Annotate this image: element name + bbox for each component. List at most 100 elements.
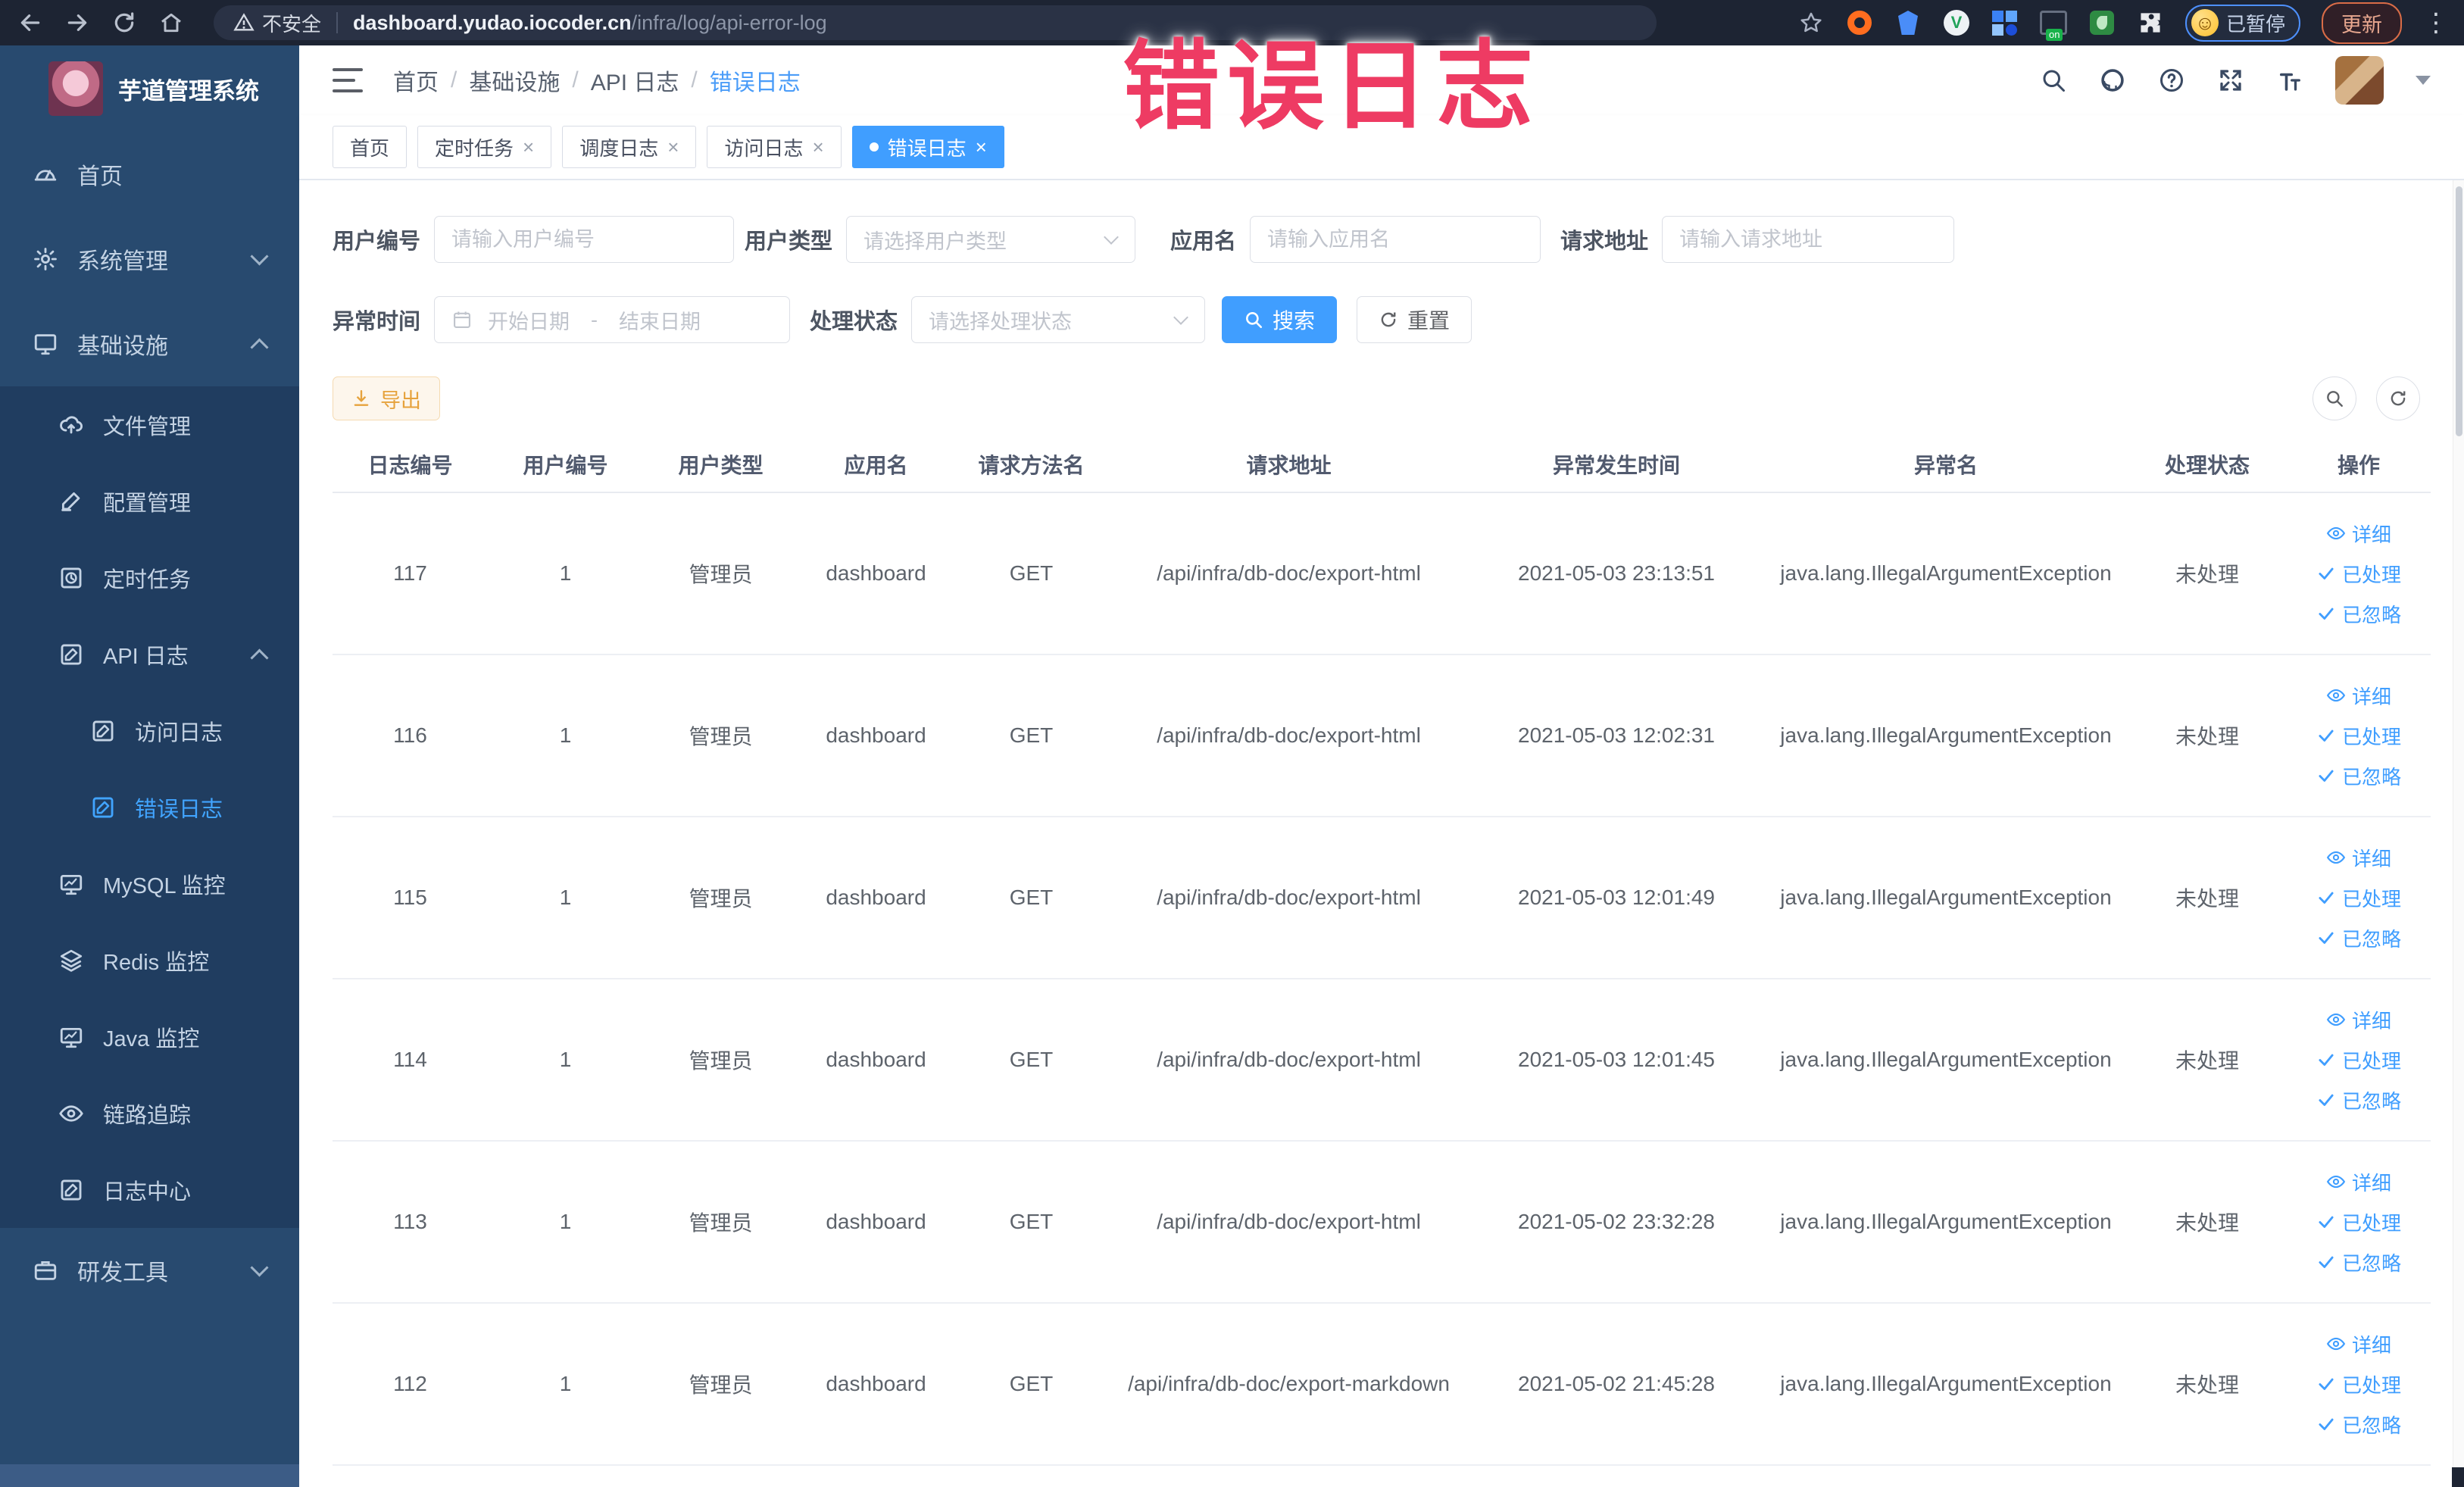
ignored-link[interactable]: 已忽略: [2316, 1086, 2401, 1114]
detail-link[interactable]: 详细: [2326, 1006, 2391, 1034]
extension-switch-icon[interactable]: on: [2039, 9, 2067, 41]
processed-link[interactable]: 已处理: [2316, 884, 2401, 912]
ignored-link[interactable]: 已忽略: [2316, 762, 2401, 790]
sidebar-item-scheduled-tasks[interactable]: 定时任务: [0, 539, 299, 616]
sidebar-item-config-mgmt[interactable]: 配置管理: [0, 463, 299, 539]
processed-link[interactable]: 已处理: [2316, 1370, 2401, 1398]
app-name-input[interactable]: [1250, 216, 1541, 263]
sidebar-item-file-mgmt[interactable]: 文件管理: [0, 386, 299, 463]
extensions-puzzle-icon[interactable]: [2137, 9, 2164, 36]
process-status-select[interactable]: 请选择处理状态: [911, 296, 1206, 343]
ignored-link[interactable]: 已忽略: [2316, 1248, 2401, 1276]
sidebar-item-log-center[interactable]: 日志中心: [0, 1151, 299, 1228]
column-header: 异常发生时间: [1552, 454, 1680, 477]
extension-vue-icon[interactable]: V: [1943, 9, 1970, 36]
table-row: 114 1 管理员 dashboard GET/api/infra/db-doc/exp…: [333, 979, 2431, 1142]
tab-访问日志[interactable]: 访问日志 ×: [707, 126, 842, 168]
sidebar-item-system-mgmt[interactable]: 系统管理: [0, 217, 299, 301]
sidebar-item-access-log[interactable]: 访问日志: [0, 692, 299, 769]
detail-link[interactable]: 详细: [2326, 520, 2391, 548]
close-icon[interactable]: ×: [976, 137, 987, 157]
help-icon[interactable]: [2158, 67, 2185, 94]
browser-update-button[interactable]: 更新: [2322, 2, 2402, 44]
sidebar-item-home[interactable]: 首页: [0, 132, 299, 217]
user-type-placeholder: 请选择用户类型: [863, 230, 1007, 253]
close-icon[interactable]: ×: [812, 137, 823, 157]
tab-定时任务[interactable]: 定时任务 ×: [417, 126, 552, 168]
breadcrumb-api-log[interactable]: API 日志: [591, 64, 679, 97]
cell-app-name: dashboard: [826, 886, 926, 909]
detail-link[interactable]: 详细: [2326, 1330, 2391, 1358]
browser-menu-icon[interactable]: ⋮: [2423, 10, 2449, 36]
github-icon[interactable]: [2099, 67, 2126, 94]
fullscreen-icon[interactable]: [2217, 67, 2244, 94]
sidebar-item-api-log[interactable]: API 日志: [0, 616, 299, 692]
scrollbar-thumb[interactable]: [2456, 186, 2462, 436]
processed-link[interactable]: 已处理: [2316, 560, 2401, 588]
user-id-input[interactable]: [434, 216, 735, 263]
calendar-icon: [454, 311, 470, 328]
ignored-link[interactable]: 已忽略: [2316, 1410, 2401, 1439]
forward-icon[interactable]: [62, 8, 92, 38]
sidebar-item-mysql-monitor[interactable]: MySQL 监控: [0, 845, 299, 922]
detail-link[interactable]: 详细: [2326, 844, 2391, 872]
close-icon[interactable]: ×: [667, 137, 679, 157]
home-icon[interactable]: [156, 8, 186, 38]
detail-link[interactable]: 详细: [2326, 682, 2391, 710]
processed-link[interactable]: 已处理: [2316, 722, 2401, 750]
tab-调度日志[interactable]: 调度日志 ×: [562, 126, 697, 168]
close-icon[interactable]: ×: [523, 137, 534, 157]
sidebar-logo[interactable]: 芋道管理系统: [0, 45, 299, 132]
sidebar-item-java-monitor[interactable]: Java 监控: [0, 998, 299, 1075]
font-size-icon[interactable]: [2276, 67, 2303, 94]
extension-leaf-icon[interactable]: [2088, 9, 2116, 36]
eye-icon: [2326, 523, 2346, 543]
tab-错误日志[interactable]: 错误日志 ×: [851, 126, 1004, 168]
refresh-table-button[interactable]: [2376, 376, 2420, 420]
profile-paused-badge[interactable]: ☺ 已暂停: [2184, 4, 2300, 42]
user-avatar[interactable]: [2335, 56, 2384, 105]
cell-request-method: GET: [1009, 1210, 1054, 1233]
cell-request-method: GET: [1009, 1372, 1054, 1395]
toggle-search-button[interactable]: [2313, 376, 2356, 420]
request-url-input[interactable]: [1662, 216, 1955, 263]
action-label: 已处理: [2341, 1211, 2401, 1235]
collapse-sidebar-icon[interactable]: [333, 68, 363, 92]
breadcrumb-home[interactable]: 首页: [393, 64, 439, 97]
cell-request-url: /api/infra/db-doc/export-html: [1157, 886, 1421, 909]
processed-link[interactable]: 已处理: [2316, 1046, 2401, 1074]
process-status-placeholder: 请选择处理状态: [929, 310, 1073, 333]
back-icon[interactable]: [15, 8, 45, 38]
user-type-select[interactable]: 请选择用户类型: [846, 216, 1136, 263]
not-secure-warning[interactable]: 不安全: [233, 9, 321, 37]
exception-time-range-input[interactable]: 开始日期 - 结束日期: [434, 296, 791, 343]
bookmark-star-icon[interactable]: [1797, 9, 1825, 36]
chevron-down-icon[interactable]: [2416, 76, 2431, 85]
extension-orange-icon[interactable]: [1846, 9, 1873, 36]
scrollbar-corner: [2452, 1467, 2464, 1487]
cell-request-method: GET: [1009, 1048, 1054, 1071]
processed-link[interactable]: 已处理: [2316, 1208, 2401, 1236]
sidebar-item-dev-tools[interactable]: 研发工具: [0, 1228, 299, 1313]
sidebar-item-error-log[interactable]: 错误日志: [0, 769, 299, 845]
extension-shield-icon[interactable]: [1894, 9, 1922, 36]
sidebar-item-infrastructure[interactable]: 基础设施: [0, 301, 299, 386]
detail-link[interactable]: 详细: [2326, 1168, 2391, 1196]
sidebar-item-trace[interactable]: 链路追踪: [0, 1075, 299, 1151]
check-icon: [2316, 928, 2336, 948]
address-bar[interactable]: 不安全 dashboard.yudao.iocoder.cn /infra/lo…: [214, 5, 1657, 40]
search-icon[interactable]: [2040, 67, 2067, 94]
extension-grid-icon[interactable]: [1991, 9, 2019, 36]
breadcrumb-infrastructure[interactable]: 基础设施: [469, 64, 560, 97]
tab-首页[interactable]: 首页: [333, 126, 408, 168]
reset-button[interactable]: 重置: [1357, 296, 1472, 343]
eye-icon: [2326, 848, 2346, 867]
search-button[interactable]: 搜索: [1222, 296, 1338, 343]
ignored-link[interactable]: 已忽略: [2316, 924, 2401, 952]
ignored-link[interactable]: 已忽略: [2316, 600, 2401, 628]
export-button[interactable]: 导出: [333, 376, 440, 420]
check-icon: [2316, 1252, 2336, 1272]
vertical-scrollbar[interactable]: [2453, 180, 2464, 1487]
reload-icon[interactable]: [109, 8, 139, 38]
sidebar-item-redis-monitor[interactable]: Redis 监控: [0, 922, 299, 998]
